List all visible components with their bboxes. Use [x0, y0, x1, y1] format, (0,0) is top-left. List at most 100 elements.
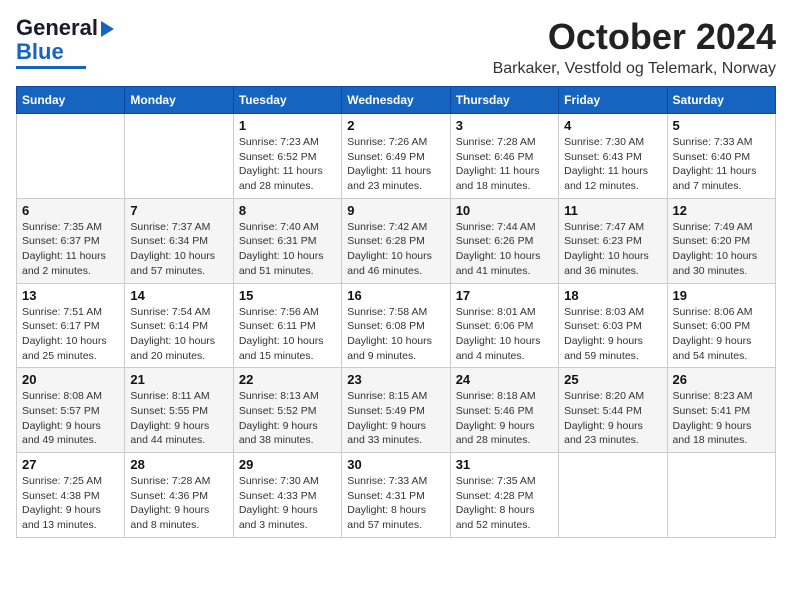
day-info: Sunrise: 7:51 AM Sunset: 6:17 PM Dayligh…: [22, 305, 119, 364]
day-info: Sunrise: 7:28 AM Sunset: 6:46 PM Dayligh…: [456, 135, 553, 194]
calendar-cell: 28 Sunrise: 7:28 AM Sunset: 4:36 PM Dayli…: [125, 453, 233, 538]
day-number: 26: [673, 372, 770, 387]
day-info: Sunrise: 7:35 AM Sunset: 6:37 PM Dayligh…: [22, 220, 119, 279]
calendar-week-2: 6 Sunrise: 7:35 AM Sunset: 6:37 PM Daylig…: [17, 198, 776, 283]
day-number: 2: [347, 118, 444, 133]
day-info: Sunrise: 8:08 AM Sunset: 5:57 PM Dayligh…: [22, 389, 119, 448]
calendar-cell: 18Sunrise: 8:03 AM Sunset: 6:03 PM Dayli…: [559, 283, 667, 368]
calendar-cell: 5 Sunrise: 7:33 AM Sunset: 6:40 PM Daylig…: [667, 114, 775, 199]
day-info: Sunrise: 8:15 AM Sunset: 5:49 PM Dayligh…: [347, 389, 444, 448]
day-number: 19: [673, 288, 770, 303]
day-number: 31: [456, 457, 553, 472]
day-info: Sunrise: 7:35 AM Sunset: 4:28 PM Dayligh…: [456, 474, 553, 533]
weekday-header-wednesday: Wednesday: [342, 87, 450, 114]
calendar-cell: 24 Sunrise: 8:18 AM Sunset: 5:46 PM Dayli…: [450, 368, 558, 453]
day-number: 1: [239, 118, 336, 133]
calendar-week-1: 1 Sunrise: 7:23 AM Sunset: 6:52 PM Daylig…: [17, 114, 776, 199]
day-number: 16: [347, 288, 444, 303]
weekday-header-saturday: Saturday: [667, 87, 775, 114]
calendar-cell: 19Sunrise: 8:06 AM Sunset: 6:00 PM Dayli…: [667, 283, 775, 368]
day-number: 3: [456, 118, 553, 133]
calendar-cell: 1 Sunrise: 7:23 AM Sunset: 6:52 PM Daylig…: [233, 114, 341, 199]
weekday-header-monday: Monday: [125, 87, 233, 114]
calendar-cell: 25 Sunrise: 8:20 AM Sunset: 5:44 PM Dayli…: [559, 368, 667, 453]
day-number: 27: [22, 457, 119, 472]
day-number: 22: [239, 372, 336, 387]
day-number: 24: [456, 372, 553, 387]
calendar-cell: [125, 114, 233, 199]
calendar-cell: 23 Sunrise: 8:15 AM Sunset: 5:49 PM Dayli…: [342, 368, 450, 453]
day-info: Sunrise: 7:40 AM Sunset: 6:31 PM Dayligh…: [239, 220, 336, 279]
weekday-header-thursday: Thursday: [450, 87, 558, 114]
calendar-table: SundayMondayTuesdayWednesdayThursdayFrid…: [16, 86, 776, 538]
day-info: Sunrise: 8:18 AM Sunset: 5:46 PM Dayligh…: [456, 389, 553, 448]
calendar-cell: [17, 114, 125, 199]
day-number: 5: [673, 118, 770, 133]
day-info: Sunrise: 7:28 AM Sunset: 4:36 PM Dayligh…: [130, 474, 227, 533]
calendar-cell: 14Sunrise: 7:54 AM Sunset: 6:14 PM Dayli…: [125, 283, 233, 368]
day-number: 23: [347, 372, 444, 387]
day-number: 28: [130, 457, 227, 472]
day-info: Sunrise: 8:13 AM Sunset: 5:52 PM Dayligh…: [239, 389, 336, 448]
day-number: 14: [130, 288, 227, 303]
day-number: 30: [347, 457, 444, 472]
day-number: 6: [22, 203, 119, 218]
day-info: Sunrise: 7:23 AM Sunset: 6:52 PM Dayligh…: [239, 135, 336, 194]
day-info: Sunrise: 7:25 AM Sunset: 4:38 PM Dayligh…: [22, 474, 119, 533]
calendar-cell: 30 Sunrise: 7:33 AM Sunset: 4:31 PM Dayli…: [342, 453, 450, 538]
calendar-cell: 12 Sunrise: 7:49 AM Sunset: 6:20 PM Dayli…: [667, 198, 775, 283]
calendar-cell: 17Sunrise: 8:01 AM Sunset: 6:06 PM Dayli…: [450, 283, 558, 368]
calendar-cell: 7 Sunrise: 7:37 AM Sunset: 6:34 PM Daylig…: [125, 198, 233, 283]
location-title: Barkaker, Vestfold og Telemark, Norway: [493, 60, 776, 78]
calendar-cell: 27 Sunrise: 7:25 AM Sunset: 4:38 PM Dayli…: [17, 453, 125, 538]
calendar-cell: 10 Sunrise: 7:44 AM Sunset: 6:26 PM Dayli…: [450, 198, 558, 283]
calendar-cell: 4 Sunrise: 7:30 AM Sunset: 6:43 PM Daylig…: [559, 114, 667, 199]
day-info: Sunrise: 8:11 AM Sunset: 5:55 PM Dayligh…: [130, 389, 227, 448]
page-header: General Blue October 2024 Barkaker, Vest…: [16, 16, 776, 78]
day-info: Sunrise: 7:33 AM Sunset: 6:40 PM Dayligh…: [673, 135, 770, 194]
day-number: 13: [22, 288, 119, 303]
day-number: 15: [239, 288, 336, 303]
day-number: 7: [130, 203, 227, 218]
logo-underline: [16, 66, 86, 69]
day-info: Sunrise: 7:42 AM Sunset: 6:28 PM Dayligh…: [347, 220, 444, 279]
calendar-cell: 13 Sunrise: 7:51 AM Sunset: 6:17 PM Dayli…: [17, 283, 125, 368]
calendar-week-4: 20Sunrise: 8:08 AM Sunset: 5:57 PM Dayli…: [17, 368, 776, 453]
calendar-week-3: 13 Sunrise: 7:51 AM Sunset: 6:17 PM Dayli…: [17, 283, 776, 368]
calendar-cell: 21Sunrise: 8:11 AM Sunset: 5:55 PM Dayli…: [125, 368, 233, 453]
day-info: Sunrise: 8:20 AM Sunset: 5:44 PM Dayligh…: [564, 389, 661, 448]
day-number: 8: [239, 203, 336, 218]
day-info: Sunrise: 7:49 AM Sunset: 6:20 PM Dayligh…: [673, 220, 770, 279]
day-number: 11: [564, 203, 661, 218]
logo: General Blue: [16, 16, 114, 69]
day-number: 4: [564, 118, 661, 133]
day-number: 29: [239, 457, 336, 472]
day-info: Sunrise: 7:30 AM Sunset: 6:43 PM Dayligh…: [564, 135, 661, 194]
weekday-header-row: SundayMondayTuesdayWednesdayThursdayFrid…: [17, 87, 776, 114]
calendar-cell: 2 Sunrise: 7:26 AM Sunset: 6:49 PM Daylig…: [342, 114, 450, 199]
logo-text: General Blue: [16, 16, 114, 64]
day-info: Sunrise: 7:37 AM Sunset: 6:34 PM Dayligh…: [130, 220, 227, 279]
day-number: 12: [673, 203, 770, 218]
calendar-cell: 9Sunrise: 7:42 AM Sunset: 6:28 PM Daylig…: [342, 198, 450, 283]
weekday-header-friday: Friday: [559, 87, 667, 114]
day-info: Sunrise: 7:33 AM Sunset: 4:31 PM Dayligh…: [347, 474, 444, 533]
day-number: 25: [564, 372, 661, 387]
day-number: 18: [564, 288, 661, 303]
day-number: 10: [456, 203, 553, 218]
day-info: Sunrise: 7:44 AM Sunset: 6:26 PM Dayligh…: [456, 220, 553, 279]
day-info: Sunrise: 7:47 AM Sunset: 6:23 PM Dayligh…: [564, 220, 661, 279]
day-number: 17: [456, 288, 553, 303]
calendar-cell: 8 Sunrise: 7:40 AM Sunset: 6:31 PM Daylig…: [233, 198, 341, 283]
calendar-cell: 29 Sunrise: 7:30 AM Sunset: 4:33 PM Dayli…: [233, 453, 341, 538]
day-info: Sunrise: 7:26 AM Sunset: 6:49 PM Dayligh…: [347, 135, 444, 194]
calendar-cell: 26 Sunrise: 8:23 AM Sunset: 5:41 PM Dayli…: [667, 368, 775, 453]
calendar-week-5: 27 Sunrise: 7:25 AM Sunset: 4:38 PM Dayli…: [17, 453, 776, 538]
day-info: Sunrise: 7:30 AM Sunset: 4:33 PM Dayligh…: [239, 474, 336, 533]
calendar-cell: 15Sunrise: 7:56 AM Sunset: 6:11 PM Dayli…: [233, 283, 341, 368]
day-info: Sunrise: 8:23 AM Sunset: 5:41 PM Dayligh…: [673, 389, 770, 448]
calendar-cell: 31 Sunrise: 7:35 AM Sunset: 4:28 PM Dayli…: [450, 453, 558, 538]
title-block: October 2024 Barkaker, Vestfold og Telem…: [493, 16, 776, 78]
calendar-cell: [559, 453, 667, 538]
calendar-cell: 22 Sunrise: 8:13 AM Sunset: 5:52 PM Dayli…: [233, 368, 341, 453]
